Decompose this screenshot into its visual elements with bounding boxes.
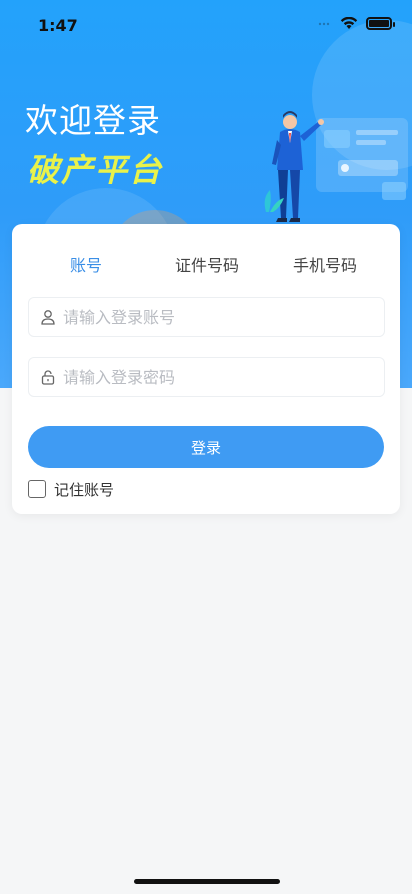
password-input[interactable] (63, 358, 373, 396)
login-card: 账号 证件号码 手机号码 登录 记住账号 (12, 224, 400, 514)
tab-account[interactable]: 账号 (70, 252, 102, 276)
wifi-icon (340, 17, 358, 29)
account-field (28, 297, 385, 337)
user-icon (41, 310, 55, 325)
lock-icon (41, 370, 55, 385)
tab-id-number[interactable]: 证件号码 (175, 252, 239, 276)
remember-label: 记住账号 (54, 480, 115, 499)
remember-checkbox[interactable] (28, 480, 46, 498)
welcome-heading: 欢迎登录 (25, 101, 161, 140)
tab-phone-number[interactable]: 手机号码 (293, 252, 357, 276)
login-tabs: 账号 证件号码 手机号码 (12, 252, 400, 278)
business-person-illustration (264, 111, 408, 222)
battery-icon (366, 17, 395, 30)
status-bar: 1:47 (0, 0, 412, 50)
password-field (28, 357, 385, 397)
status-time: 1:47 (38, 16, 78, 35)
account-input[interactable] (63, 298, 373, 336)
remember-account: 记住账号 (28, 478, 114, 500)
login-button[interactable]: 登录 (28, 426, 384, 468)
signal-icon (318, 22, 330, 25)
platform-title: 破产平台 (27, 151, 164, 189)
home-indicator (134, 879, 280, 884)
